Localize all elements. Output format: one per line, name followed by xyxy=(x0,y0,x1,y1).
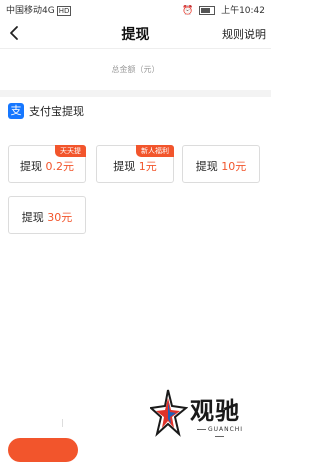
watermark-sub-text: GUANCHI xyxy=(190,426,248,440)
carrier-label: 中国移动4G xyxy=(6,6,55,16)
bottom-divider-tick xyxy=(62,419,63,427)
status-right: ⏰ 上午10:42 xyxy=(182,3,265,16)
option-prefix: 提现 xyxy=(21,211,48,224)
option-prefix: 提现 xyxy=(113,160,139,173)
battery-icon xyxy=(199,6,216,15)
option-prefix: 提现 xyxy=(195,160,222,173)
withdraw-option-10[interactable]: 提现 10元 xyxy=(182,145,260,183)
withdraw-submit-button[interactable] xyxy=(8,438,78,462)
network-badge: HD xyxy=(56,6,72,16)
alipay-logo-icon: 支 xyxy=(8,103,24,119)
withdraw-option-30[interactable]: 提现 30元 xyxy=(8,196,86,234)
nav-bar: 提现 规则说明 xyxy=(0,18,271,48)
status-bar: 中国移动4G HD ⏰ 上午10:42 xyxy=(0,0,271,18)
rules-link[interactable]: 规则说明 xyxy=(222,26,266,42)
option-amount: 0.2元 xyxy=(45,160,75,173)
alarm-icon: ⏰ xyxy=(182,6,194,16)
option-label: 提现 30元 xyxy=(9,209,85,225)
status-time: 上午10:42 xyxy=(221,6,265,16)
star-logo-icon xyxy=(148,388,189,440)
status-left: 中国移动4G HD xyxy=(6,3,72,16)
alipay-withdraw-title: 支付宝提现 xyxy=(29,105,84,118)
watermark-main-text: 观驰 xyxy=(190,397,240,425)
section-divider xyxy=(0,90,271,97)
option-label: 提现 0.2元 xyxy=(9,158,85,174)
option-label: 提现 10元 xyxy=(183,158,259,174)
withdraw-option-0-2[interactable]: 天天提 提现 0.2元 xyxy=(8,145,86,183)
total-amount-label: 总金额（元） xyxy=(111,65,160,74)
watermark: 观驰 GUANCHI xyxy=(148,388,250,443)
option-amount: 10元 xyxy=(221,160,247,173)
option-amount: 1元 xyxy=(138,160,157,173)
option-badge: 天天提 xyxy=(55,145,86,157)
option-label: 提现 1元 xyxy=(97,158,173,174)
option-badge: 新人福利 xyxy=(136,145,174,157)
option-amount: 30元 xyxy=(47,211,73,224)
total-section: 总金额（元） xyxy=(0,48,271,91)
option-prefix: 提现 xyxy=(20,160,46,173)
withdraw-option-1[interactable]: 新人福利 提现 1元 xyxy=(96,145,174,183)
